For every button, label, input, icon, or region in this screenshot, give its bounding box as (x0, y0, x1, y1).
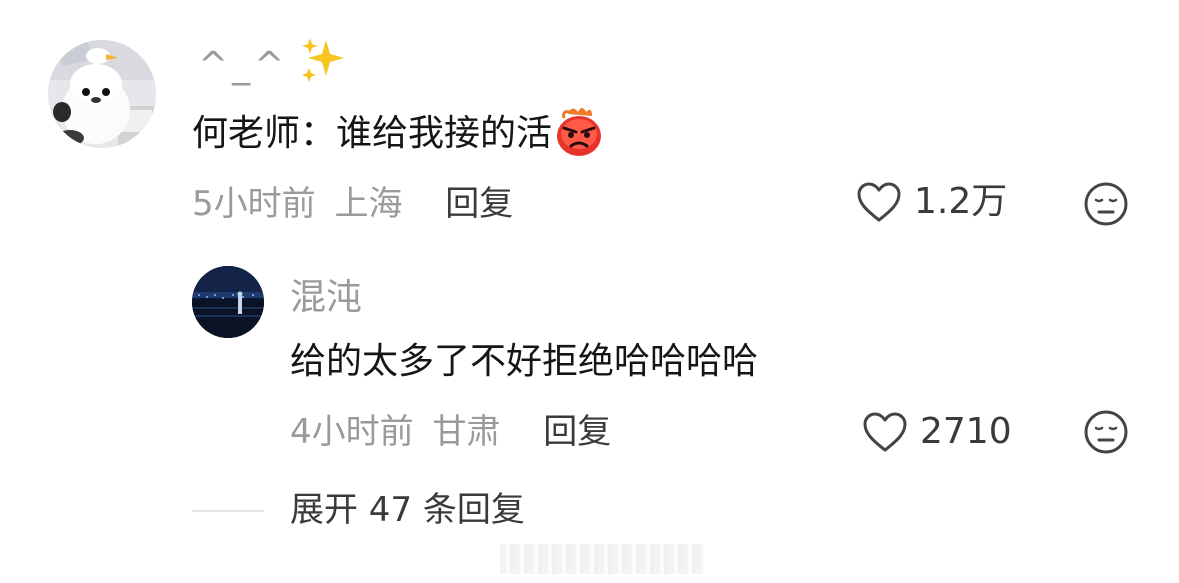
replier-username[interactable]: 混沌 (290, 276, 362, 320)
commenter-avatar[interactable] (48, 40, 156, 148)
reply-time: 4小时前 (290, 412, 414, 452)
heart-outline-icon (863, 412, 907, 452)
reply-like-count: 2710 (920, 411, 1012, 452)
expand-replies-button[interactable]: 展开 47 条回复 (290, 488, 525, 532)
reply-reaction-button[interactable] (1083, 409, 1129, 455)
comment-like-count: 1.2万 (914, 181, 1008, 222)
commenter-username-text: ^_^ (198, 45, 289, 86)
comment-text: 何老师：谁给我接的活 (192, 108, 606, 162)
plush-duck-avatar-icon (48, 40, 156, 148)
watermark (500, 544, 704, 574)
comment-text-content: 何老师：谁给我接的活 (192, 113, 553, 154)
replier-avatar[interactable] (192, 266, 264, 338)
comment-time: 5小时前 (192, 184, 316, 224)
comment-reaction-button[interactable] (1083, 181, 1129, 227)
heart-outline-icon (857, 182, 901, 222)
angry-face-emoji-icon (552, 104, 606, 158)
expressionless-face-icon (1084, 410, 1128, 454)
reply-reply-button[interactable]: 回复 (543, 412, 611, 452)
night-city-avatar-icon (192, 266, 264, 338)
reply-like-button[interactable]: 2710 (862, 410, 1012, 454)
comment-location: 上海 (334, 184, 403, 224)
reply-location: 甘肃 (432, 412, 501, 452)
expressionless-face-icon (1084, 182, 1128, 226)
reply-text: 给的太多了不好拒绝哈哈哈哈 (290, 341, 759, 382)
expand-divider (192, 510, 264, 512)
comment-reply-button[interactable]: 回复 (445, 184, 513, 224)
comment-meta: 5小时前 上海 回复 (192, 182, 513, 226)
sparkles-icon (298, 36, 348, 86)
comment-like-button[interactable]: 1.2万 (856, 180, 1007, 224)
commenter-username[interactable]: ^_^ (198, 38, 348, 92)
reply-meta: 4小时前 甘肃 回复 (290, 410, 611, 454)
